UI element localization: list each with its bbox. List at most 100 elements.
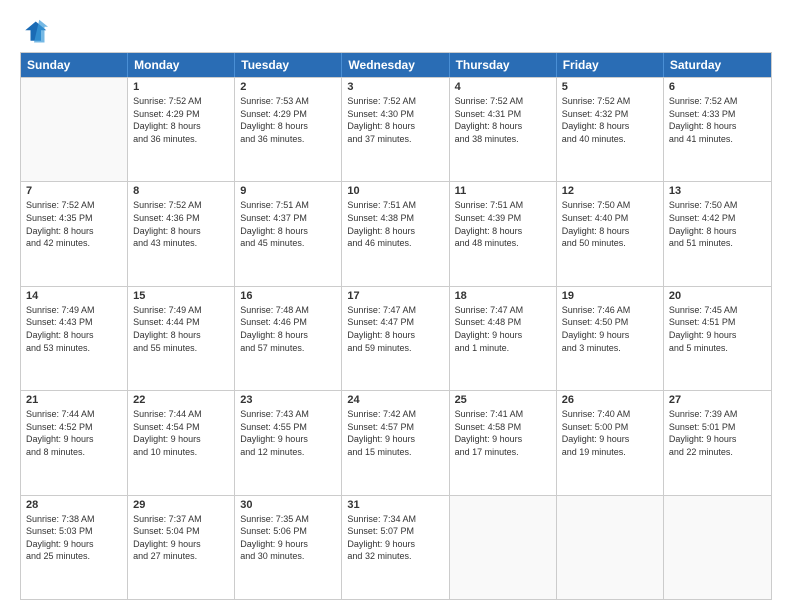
calendar-row-5: 28Sunrise: 7:38 AMSunset: 5:03 PMDayligh… — [21, 495, 771, 599]
cal-cell — [664, 496, 771, 599]
cal-cell: 18Sunrise: 7:47 AMSunset: 4:48 PMDayligh… — [450, 287, 557, 390]
cell-text: Sunrise: 7:49 AMSunset: 4:43 PMDaylight:… — [26, 304, 122, 354]
cell-text: Sunrise: 7:47 AMSunset: 4:47 PMDaylight:… — [347, 304, 443, 354]
header-day-thursday: Thursday — [450, 53, 557, 77]
cal-cell: 15 Sunrise: 7:49 AMSunset: 4:44 PMDayligh… — [128, 287, 235, 390]
cell-text: Sunrise: 7:52 AMSunset: 4:30 PMDaylight:… — [347, 95, 443, 145]
day-number: 17 — [347, 290, 443, 302]
header-day-tuesday: Tuesday — [235, 53, 342, 77]
cal-cell: 24 Sunrise: 7:42 AMSunset: 4:57 PMDayligh… — [342, 391, 449, 494]
cal-cell: 2Sunrise: 7:53 AMSunset: 4:29 PMDaylight… — [235, 78, 342, 181]
cell-text: Sunrise: 7:39 AMSunset: 5:01 PMDaylight:… — [669, 408, 766, 458]
day-number: 8 — [133, 185, 229, 197]
cell-text: Sunrise: 7:44 AMSunset: 4:54 PMDaylight:… — [133, 408, 229, 458]
cal-cell: 14 Sunrise: 7:49 AMSunset: 4:43 PMDayligh… — [21, 287, 128, 390]
day-number: 9 — [240, 185, 336, 197]
header — [20, 18, 772, 46]
day-number: 4 — [455, 81, 551, 93]
cell-text: Sunrise: 7:34 AMSunset: 5:07 PMDaylight:… — [347, 513, 443, 563]
calendar: SundayMondayTuesdayWednesdayThursdayFrid… — [20, 52, 772, 600]
cal-cell: 10 Sunrise: 7:51 AMSunset: 4:38 PMDayligh… — [342, 182, 449, 285]
cell-text: Sunrise: 7:50 AMSunset: 4:40 PMDaylight:… — [562, 199, 658, 249]
day-number: 18 — [455, 290, 551, 302]
calendar-row-1: 1 Sunrise: 7:52 AMSunset: 4:29 PMDaylight… — [21, 77, 771, 181]
day-number: 15 — [133, 290, 229, 302]
calendar-row-3: 14 Sunrise: 7:49 AMSunset: 4:43 PMDayligh… — [21, 286, 771, 390]
header-day-monday: Monday — [128, 53, 235, 77]
cell-text: Sunrise: 7:44 AMSunset: 4:52 PMDaylight:… — [26, 408, 122, 458]
day-number: 1 — [133, 81, 229, 93]
day-number: 25 — [455, 394, 551, 406]
day-number: 30 — [240, 499, 336, 511]
logo-icon — [20, 18, 48, 46]
cal-cell: 27 Sunrise: 7:39 AMSunset: 5:01 PMDayligh… — [664, 391, 771, 494]
day-number: 24 — [347, 394, 443, 406]
cal-cell: 13 Sunrise: 7:50 AMSunset: 4:42 PMDayligh… — [664, 182, 771, 285]
cal-cell: 20Sunrise: 7:45 AMSunset: 4:51 PMDayligh… — [664, 287, 771, 390]
cell-text: Sunrise: 7:35 AMSunset: 5:06 PMDaylight:… — [240, 513, 336, 563]
cell-text: Sunrise: 7:41 AMSunset: 4:58 PMDaylight:… — [455, 408, 551, 458]
cal-cell — [557, 496, 664, 599]
calendar-row-4: 21 Sunrise: 7:44 AMSunset: 4:52 PMDayligh… — [21, 390, 771, 494]
cell-text: Sunrise: 7:52 AMSunset: 4:33 PMDaylight:… — [669, 95, 766, 145]
cal-cell: 31 Sunrise: 7:34 AMSunset: 5:07 PMDayligh… — [342, 496, 449, 599]
day-number: 22 — [133, 394, 229, 406]
cal-cell — [450, 496, 557, 599]
cell-text: Sunrise: 7:42 AMSunset: 4:57 PMDaylight:… — [347, 408, 443, 458]
day-number: 16 — [240, 290, 336, 302]
cell-text: Sunrise: 7:40 AMSunset: 5:00 PMDaylight:… — [562, 408, 658, 458]
cal-cell: 8 Sunrise: 7:52 AMSunset: 4:36 PMDaylight… — [128, 182, 235, 285]
day-number: 28 — [26, 499, 122, 511]
cell-text: Sunrise: 7:51 AMSunset: 4:38 PMDaylight:… — [347, 199, 443, 249]
cal-cell: 28Sunrise: 7:38 AMSunset: 5:03 PMDayligh… — [21, 496, 128, 599]
cell-text: Sunrise: 7:52 AMSunset: 4:35 PMDaylight:… — [26, 199, 122, 249]
cell-text: Sunrise: 7:49 AMSunset: 4:44 PMDaylight:… — [133, 304, 229, 354]
cal-cell: 6 Sunrise: 7:52 AMSunset: 4:33 PMDaylight… — [664, 78, 771, 181]
day-number: 2 — [240, 81, 336, 93]
day-number: 27 — [669, 394, 766, 406]
day-number: 12 — [562, 185, 658, 197]
day-number: 11 — [455, 185, 551, 197]
day-number: 19 — [562, 290, 658, 302]
cal-cell: 26 Sunrise: 7:40 AMSunset: 5:00 PMDayligh… — [557, 391, 664, 494]
calendar-row-2: 7Sunrise: 7:52 AMSunset: 4:35 PMDaylight… — [21, 181, 771, 285]
cal-cell: 4 Sunrise: 7:52 AMSunset: 4:31 PMDaylight… — [450, 78, 557, 181]
cal-cell: 11 Sunrise: 7:51 AMSunset: 4:39 PMDayligh… — [450, 182, 557, 285]
day-number: 5 — [562, 81, 658, 93]
cell-text: Sunrise: 7:52 AMSunset: 4:36 PMDaylight:… — [133, 199, 229, 249]
day-number: 3 — [347, 81, 443, 93]
day-number: 26 — [562, 394, 658, 406]
day-number: 6 — [669, 81, 766, 93]
cal-cell: 16Sunrise: 7:48 AMSunset: 4:46 PMDayligh… — [235, 287, 342, 390]
cell-text: Sunrise: 7:37 AMSunset: 5:04 PMDaylight:… — [133, 513, 229, 563]
day-number: 14 — [26, 290, 122, 302]
cell-text: Sunrise: 7:51 AMSunset: 4:37 PMDaylight:… — [240, 199, 336, 249]
cell-text: Sunrise: 7:50 AMSunset: 4:42 PMDaylight:… — [669, 199, 766, 249]
cal-cell: 7Sunrise: 7:52 AMSunset: 4:35 PMDaylight… — [21, 182, 128, 285]
cal-cell: 21 Sunrise: 7:44 AMSunset: 4:52 PMDayligh… — [21, 391, 128, 494]
cal-cell: 9 Sunrise: 7:51 AMSunset: 4:37 PMDaylight… — [235, 182, 342, 285]
calendar-body: 1 Sunrise: 7:52 AMSunset: 4:29 PMDaylight… — [21, 77, 771, 599]
day-number: 31 — [347, 499, 443, 511]
cal-cell: 3 Sunrise: 7:52 AMSunset: 4:30 PMDaylight… — [342, 78, 449, 181]
day-number: 20 — [669, 290, 766, 302]
cal-cell: 30 Sunrise: 7:35 AMSunset: 5:06 PMDayligh… — [235, 496, 342, 599]
header-day-saturday: Saturday — [664, 53, 771, 77]
cal-cell: 23Sunrise: 7:43 AMSunset: 4:55 PMDayligh… — [235, 391, 342, 494]
cell-text: Sunrise: 7:52 AMSunset: 4:31 PMDaylight:… — [455, 95, 551, 145]
cell-text: Sunrise: 7:52 AMSunset: 4:32 PMDaylight:… — [562, 95, 658, 145]
cal-cell — [21, 78, 128, 181]
day-number: 21 — [26, 394, 122, 406]
cal-cell: 5 Sunrise: 7:52 AMSunset: 4:32 PMDaylight… — [557, 78, 664, 181]
cell-text: Sunrise: 7:46 AMSunset: 4:50 PMDaylight:… — [562, 304, 658, 354]
day-number: 10 — [347, 185, 443, 197]
header-day-sunday: Sunday — [21, 53, 128, 77]
cal-cell: 29Sunrise: 7:37 AMSunset: 5:04 PMDayligh… — [128, 496, 235, 599]
day-number: 13 — [669, 185, 766, 197]
cell-text: Sunrise: 7:51 AMSunset: 4:39 PMDaylight:… — [455, 199, 551, 249]
cal-cell: 1 Sunrise: 7:52 AMSunset: 4:29 PMDaylight… — [128, 78, 235, 181]
header-day-wednesday: Wednesday — [342, 53, 449, 77]
page: SundayMondayTuesdayWednesdayThursdayFrid… — [0, 0, 792, 612]
cal-cell: 25 Sunrise: 7:41 AMSunset: 4:58 PMDayligh… — [450, 391, 557, 494]
cell-text: Sunrise: 7:52 AMSunset: 4:29 PMDaylight:… — [133, 95, 229, 145]
